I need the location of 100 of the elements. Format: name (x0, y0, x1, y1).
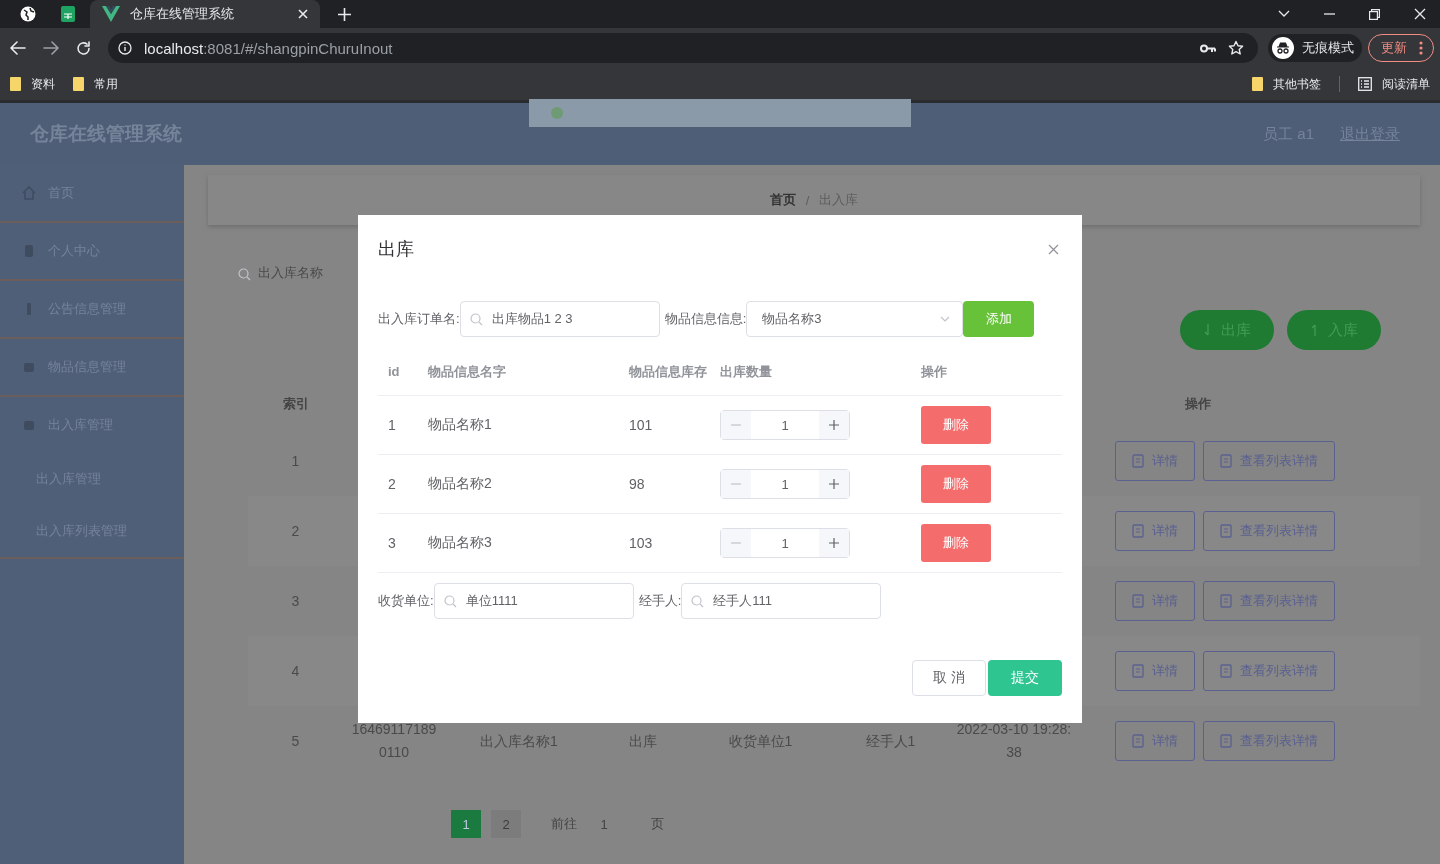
input-field[interactable]: 出库物品1 2 3 (459, 301, 660, 337)
document-icon (1132, 664, 1144, 678)
table-cell-text: 1 (290, 451, 301, 471)
goto-label: 前往 (551, 815, 577, 833)
document-icon (1220, 594, 1232, 608)
address-bar[interactable]: localhost:8081/#/shangpinChuruInout (108, 33, 1258, 63)
reading-list-icon (1358, 77, 1372, 91)
browser-tab[interactable]: 仓库在线管理系统 (90, 0, 320, 28)
plus-icon[interactable] (829, 479, 839, 489)
reload-icon[interactable] (76, 40, 91, 56)
incognito-icon (1272, 37, 1294, 59)
document-icon (1220, 524, 1232, 538)
star-icon[interactable] (1228, 40, 1244, 56)
folder-icon (1252, 77, 1263, 91)
delete-button[interactable]: 删除 (921, 465, 991, 503)
tab-title: 仓库在线管理系统 (130, 5, 235, 23)
column-header: 索引 (281, 395, 310, 413)
search-field[interactable]: 出入库名称 (236, 265, 346, 280)
bookmark[interactable]: 阅读清单 (1358, 75, 1430, 93)
arrow-up-icon (1310, 323, 1318, 337)
search-icon (238, 268, 251, 281)
restore-icon[interactable] (1369, 8, 1380, 20)
table-cell-text: 出入库名称1 (479, 731, 559, 751)
column-header: 物品信息库存 (629, 363, 708, 381)
column-header: 操作 (1183, 395, 1212, 413)
table-cell-text: 经手人1 (864, 731, 917, 751)
table-cell-text: 收货单位1 (727, 731, 794, 751)
field-label: 出入库订单名: (378, 310, 460, 328)
delete-button[interactable]: 删除 (921, 406, 991, 444)
field-label: 经手人: (638, 592, 682, 610)
table-cell-text: 2022-03-10 19:28:38 (955, 720, 1073, 762)
table-cell-text: 164691171890110 (350, 720, 438, 762)
breadcrumb-item[interactable]: 首页 (769, 191, 796, 209)
delete-button[interactable]: 删除 (921, 524, 991, 562)
table-cell-text: 101 (629, 417, 654, 433)
document-icon (1220, 664, 1232, 678)
v-logo-icon (102, 6, 120, 22)
number-stepper[interactable]: 1 (720, 528, 850, 558)
table-cell-text: 物品名称3 (428, 534, 493, 552)
table-cell-text: 3 (387, 535, 397, 551)
info-icon (118, 41, 132, 55)
forward-icon[interactable] (43, 41, 59, 55)
input-field[interactable]: 经手人111 (681, 583, 882, 619)
search-icon (443, 595, 457, 608)
table-cell-text: 物品名称2 (428, 475, 493, 493)
bookmark[interactable]: 资料 (10, 75, 55, 93)
table-cell-text: 1 (387, 417, 397, 433)
table-cell-text: 出库 (628, 731, 658, 751)
bookmark[interactable]: 常用 (73, 75, 118, 93)
chevron-down-icon (940, 316, 951, 322)
field-label: 物品信息信息: (664, 310, 747, 328)
add-button[interactable]: 添加 (963, 301, 1035, 337)
arrow-down-icon (1203, 323, 1211, 337)
folder-icon (73, 77, 84, 91)
breadcrumb-separator: / (805, 192, 810, 208)
dialog-title: 出库 (378, 238, 414, 261)
document-icon (1220, 454, 1232, 468)
table-cell-text: 2 (387, 476, 397, 492)
page-button[interactable]: 1 (451, 810, 481, 838)
back-icon[interactable] (10, 41, 26, 55)
column-header: id (387, 363, 401, 381)
number-stepper[interactable]: 1 (720, 469, 850, 499)
cancel-button[interactable]: 取 消 (912, 660, 986, 696)
folder-icon (10, 77, 21, 91)
document-icon (1132, 594, 1144, 608)
table-cell-text: 98 (629, 476, 646, 492)
bookmark[interactable]: 其他书签 (1252, 75, 1321, 93)
key-icon[interactable] (1200, 43, 1216, 53)
plus-icon[interactable] (829, 538, 839, 548)
column-header: 物品信息名字 (428, 363, 507, 381)
page-input[interactable]: 1 (587, 815, 621, 833)
table-cell-text: 103 (629, 535, 654, 551)
field-label: 收货单位: (378, 592, 434, 610)
table-cell-text: 3 (290, 591, 301, 611)
table-cell-text: 2 (290, 521, 301, 541)
confirm-button[interactable]: 提交 (988, 660, 1062, 696)
more-icon (1419, 41, 1423, 55)
page-suffix: 页 (651, 815, 664, 833)
column-header: 操作 (921, 363, 948, 381)
new-tab-icon[interactable] (338, 7, 351, 21)
plus-icon[interactable] (829, 420, 839, 430)
document-icon (1132, 734, 1144, 748)
search-icon (691, 595, 705, 608)
document-icon (1220, 734, 1232, 748)
search-icon (469, 313, 483, 326)
profile-chip[interactable]: 无痕模式 (1268, 34, 1362, 62)
page-button[interactable]: 2 (491, 810, 521, 838)
select-field[interactable]: 物品名称3 (746, 301, 964, 337)
table-cell-text: 5 (290, 731, 301, 751)
document-icon (1132, 454, 1144, 468)
home-icon (22, 186, 36, 200)
url-text: localhost:8081/#/shangpinChuruInout (144, 39, 393, 57)
table-cell-text: 物品名称1 (428, 416, 493, 434)
number-stepper[interactable]: 1 (720, 410, 850, 440)
chevron-down-icon[interactable] (1278, 10, 1290, 18)
globe-icon[interactable] (20, 6, 36, 22)
input-field[interactable]: 单位1111 (433, 583, 634, 619)
column-header: 出库数量 (720, 363, 773, 381)
document-icon (1132, 524, 1144, 538)
table-cell-text: 4 (290, 661, 301, 681)
